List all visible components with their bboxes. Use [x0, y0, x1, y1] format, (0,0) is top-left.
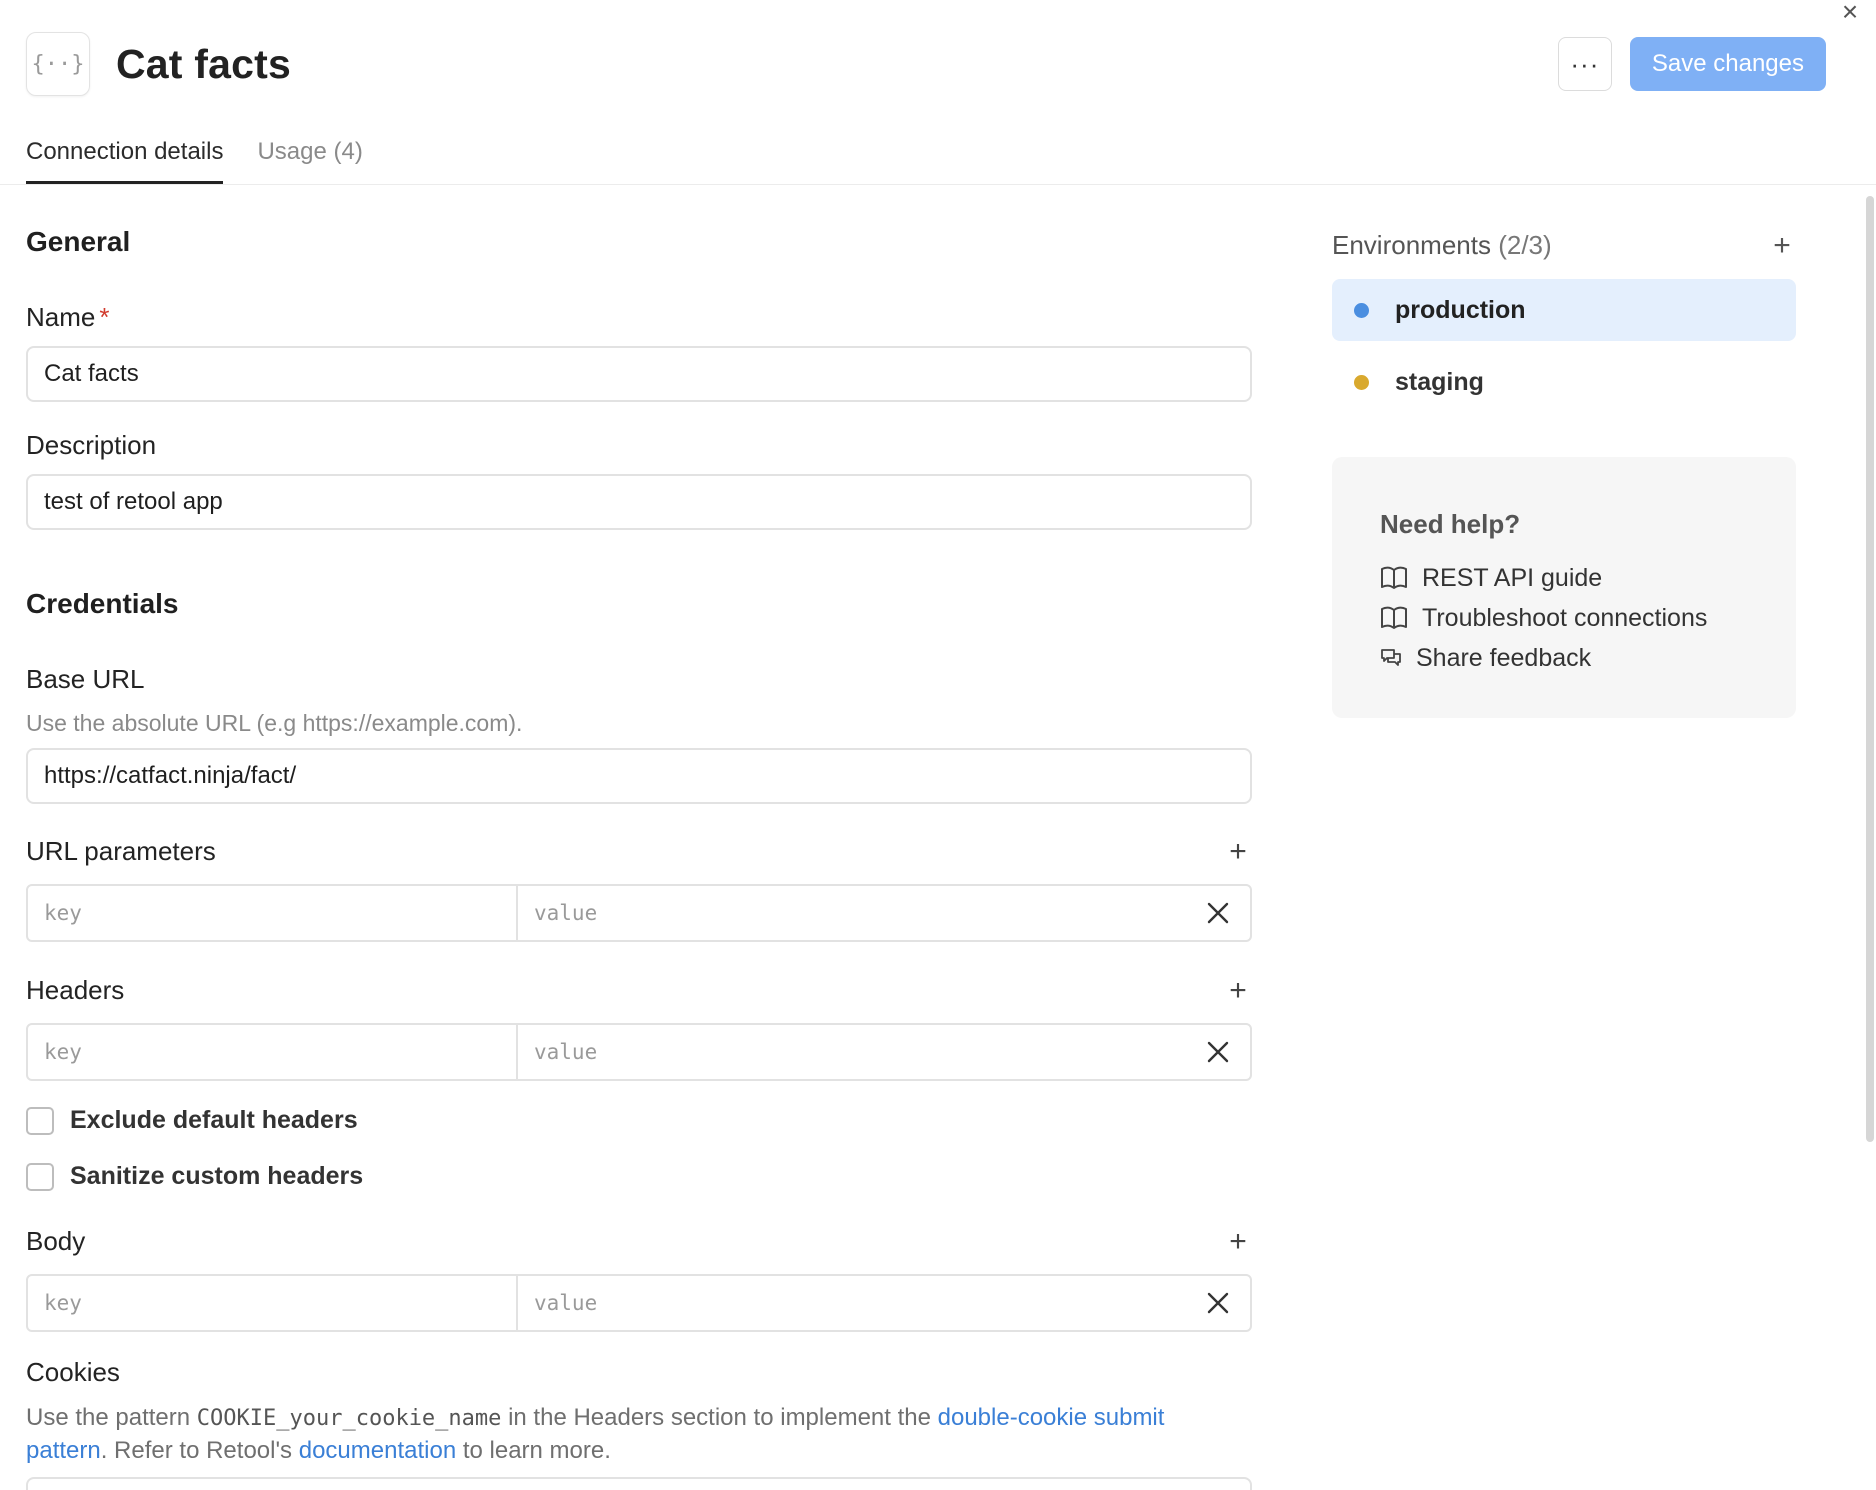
body-value-input[interactable]: value	[518, 1276, 1186, 1330]
url-parameter-value-input[interactable]: value	[518, 886, 1186, 940]
sanitize-custom-headers-label[interactable]: Sanitize custom headers	[70, 1162, 363, 1191]
cookies-description: Use the pattern COOKIE_your_cookie_name …	[26, 1402, 1252, 1467]
cookies-text-2: in the Headers section to implement the	[501, 1404, 938, 1431]
environments-title: Environments (2/3)	[1332, 230, 1552, 261]
body-header: Body +	[26, 1226, 1252, 1257]
help-card: Need help? REST API guide Troubleshoot c…	[1332, 457, 1796, 718]
help-link-label: Troubleshoot connections	[1422, 603, 1708, 632]
add-environment-icon[interactable]: +	[1768, 230, 1796, 260]
sanitize-custom-headers-checkbox[interactable]	[26, 1162, 54, 1191]
remove-header-icon[interactable]	[1186, 1025, 1250, 1079]
credentials-section-title: Credentials	[26, 588, 179, 619]
environments-title-text: Environments	[1332, 230, 1491, 260]
scrollbar[interactable]	[1866, 196, 1874, 1142]
header: {··} Cat facts ··· Save changes	[26, 32, 1826, 96]
cookies-text-1: Use the pattern	[26, 1404, 197, 1431]
base-url-hint: Use the absolute URL (e.g https://exampl…	[26, 710, 523, 736]
header-key-input[interactable]: key	[28, 1025, 518, 1079]
environment-dot	[1354, 374, 1369, 390]
rest-api-guide-link[interactable]: REST API guide	[1380, 558, 1750, 598]
name-label-text: Name	[26, 302, 96, 332]
environment-label: production	[1395, 295, 1526, 324]
add-body-field-icon[interactable]: +	[1224, 1226, 1252, 1256]
base-url-input[interactable]: https://catfact.ninja/fact/	[26, 748, 1252, 804]
add-url-parameter-icon[interactable]: +	[1224, 836, 1252, 866]
add-header-icon[interactable]: +	[1224, 975, 1252, 1005]
cookies-code: COOKIE_your_cookie_name	[196, 1406, 502, 1431]
url-parameters-header: URL parameters +	[26, 836, 1252, 867]
environment-label: staging	[1395, 367, 1484, 396]
exclude-default-headers-row: Exclude default headers	[26, 1106, 358, 1135]
url-parameters-label: URL parameters	[26, 836, 216, 866]
cookies-text-3: . Refer to Retool's	[100, 1437, 299, 1464]
save-changes-button[interactable]: Save changes	[1629, 37, 1826, 91]
troubleshoot-connections-link[interactable]: Troubleshoot connections	[1380, 598, 1750, 638]
book-icon	[1381, 566, 1407, 589]
sanitize-custom-headers-row: Sanitize custom headers	[26, 1162, 363, 1191]
remove-url-parameter-icon[interactable]	[1186, 886, 1250, 940]
page-title: Cat facts	[116, 40, 291, 87]
cookies-text-4: to learn more.	[456, 1437, 611, 1464]
remove-body-field-icon[interactable]	[1186, 1276, 1250, 1330]
url-parameter-key-input[interactable]: key	[28, 886, 518, 940]
cookies-label: Cookies	[26, 1357, 120, 1387]
general-section-title: General	[26, 226, 131, 257]
environments-count: (2/3)	[1498, 230, 1552, 260]
help-link-label: Share feedback	[1416, 643, 1592, 672]
body-row: key value	[26, 1274, 1252, 1332]
body-key-input[interactable]: key	[28, 1276, 518, 1330]
base-url-label: Base URL	[26, 664, 145, 694]
cookies-input[interactable]	[26, 1477, 1252, 1490]
name-label: Name *	[26, 302, 109, 333]
close-icon[interactable]: ×	[1835, 0, 1865, 26]
side-panel: Environments (2/3) + production staging …	[1332, 230, 1796, 718]
documentation-link[interactable]: documentation	[299, 1437, 456, 1464]
chat-icon	[1381, 649, 1401, 666]
braces-icon: {··}	[26, 32, 90, 96]
name-input[interactable]: Cat facts	[26, 346, 1252, 402]
body-label: Body	[26, 1226, 86, 1256]
share-feedback-link[interactable]: Share feedback	[1380, 638, 1750, 678]
more-options-button[interactable]: ···	[1557, 37, 1612, 91]
environment-dot	[1354, 302, 1369, 318]
tab-bar: Connection details Usage (4)	[26, 132, 397, 184]
exclude-default-headers-checkbox[interactable]	[26, 1106, 54, 1135]
headers-label: Headers	[26, 975, 125, 1005]
book-icon	[1381, 606, 1407, 629]
help-link-label: REST API guide	[1422, 563, 1603, 592]
description-input[interactable]: test of retool app	[26, 474, 1252, 530]
header-value-input[interactable]: value	[518, 1025, 1186, 1079]
exclude-default-headers-label[interactable]: Exclude default headers	[70, 1106, 358, 1135]
headers-header: Headers +	[26, 975, 1252, 1006]
environment-item-staging[interactable]: staging	[1332, 351, 1796, 413]
header-row: key value	[26, 1023, 1252, 1081]
required-mark: *	[99, 302, 110, 332]
environment-item-production[interactable]: production	[1332, 279, 1796, 341]
help-title: Need help?	[1380, 509, 1521, 539]
url-parameter-row: key value	[26, 884, 1252, 942]
tab-divider	[0, 184, 1876, 185]
tab-usage[interactable]: Usage (4)	[257, 132, 362, 184]
environments-header: Environments (2/3) +	[1332, 230, 1796, 261]
tab-connection-details[interactable]: Connection details	[26, 132, 224, 184]
description-label: Description	[26, 430, 157, 460]
